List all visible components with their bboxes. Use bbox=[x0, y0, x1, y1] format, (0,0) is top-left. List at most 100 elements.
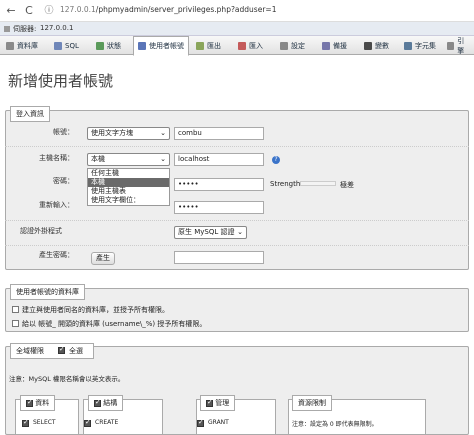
group-checkbox[interactable] bbox=[206, 398, 213, 407]
check-all-checkbox[interactable] bbox=[58, 345, 65, 354]
retype-password-input[interactable]: ••••• bbox=[174, 201, 264, 214]
password-label: 密碼： bbox=[53, 177, 74, 185]
breadcrumb-server[interactable]: 127.0.0.1 bbox=[40, 24, 73, 32]
generated-password-input[interactable] bbox=[174, 251, 264, 264]
tab-label: 匯入 bbox=[249, 41, 263, 50]
tab-settings[interactable]: 設定 bbox=[276, 36, 309, 55]
wildcard-db-label: 給以 帳號_ 開頭的資料庫 (username\_%) 授予所有權限。 bbox=[22, 320, 207, 328]
privilege-label: GRANT bbox=[208, 419, 229, 426]
refresh-icon[interactable]: C bbox=[22, 4, 36, 18]
host-option[interactable]: 使用文字欄位： bbox=[88, 196, 169, 205]
privilege-group-header: 管理 bbox=[200, 395, 236, 411]
legend-text: 全域權限 bbox=[16, 347, 44, 355]
create-db-checkbox[interactable] bbox=[12, 306, 19, 313]
tab-databases[interactable]: 資料庫 bbox=[2, 36, 42, 55]
strength-label: Strength: bbox=[270, 180, 303, 188]
divider bbox=[5, 146, 469, 147]
tab-label: 匯出 bbox=[207, 41, 221, 50]
host-dropdown-list: 任何主機 本機 使用主機表 使用文字欄位： bbox=[87, 168, 170, 206]
auth-plugin-select[interactable]: 原生 MySQL 認證 ⌄ bbox=[174, 226, 247, 239]
group-checkbox[interactable] bbox=[94, 398, 101, 407]
host-mode-select[interactable]: 本機 ⌄ bbox=[87, 153, 170, 166]
users-icon bbox=[138, 42, 146, 50]
tab-label: 資料庫 bbox=[17, 41, 38, 50]
browser-toolbar: ← C ⓘ 127.0.0.1/phpmyadmin/server_privil… bbox=[0, 0, 474, 22]
privilege-group-header: 結構 bbox=[88, 395, 124, 411]
database-icon bbox=[6, 41, 14, 50]
variables-icon bbox=[364, 41, 372, 50]
tab-status[interactable]: 狀態 bbox=[92, 36, 125, 55]
username-input[interactable]: combu bbox=[174, 127, 264, 140]
engine-icon bbox=[447, 41, 455, 50]
select-value: 原生 MySQL 認證 bbox=[178, 228, 235, 236]
back-icon[interactable]: ← bbox=[4, 4, 18, 18]
tab-export[interactable]: 匯出 bbox=[192, 36, 225, 55]
select-value: 本機 bbox=[91, 155, 105, 163]
main-content: 新增使用者帳號 登入資訊 帳號： 使用文字方塊 ⌄ combu 主機名稱： 本機 ⌄… bbox=[0, 56, 474, 435]
server-icon bbox=[4, 26, 10, 32]
privilege-group-header: 資源限制 bbox=[292, 395, 332, 411]
site-info-icon[interactable]: ⓘ bbox=[42, 4, 56, 18]
page-title: 新增使用者帳號 bbox=[8, 72, 114, 90]
wildcard-db-checkbox[interactable] bbox=[12, 320, 19, 327]
tab-user-accounts[interactable]: 使用者帳號 bbox=[133, 36, 189, 56]
group-title: 管理 bbox=[215, 399, 230, 407]
help-icon[interactable]: ? bbox=[272, 156, 280, 164]
tab-label: 變數 bbox=[375, 41, 389, 50]
strength-text: 極差 bbox=[340, 181, 354, 189]
privilege-checkbox[interactable] bbox=[22, 418, 29, 427]
tab-label: 使用者帳號 bbox=[149, 42, 184, 50]
tab-label: 狀態 bbox=[107, 41, 121, 50]
strength-meter bbox=[300, 181, 336, 186]
privilege-group-header: 資料 bbox=[20, 395, 56, 411]
host-option-selected[interactable]: 本機 bbox=[88, 178, 169, 187]
generate-password-label: 產生密碼： bbox=[39, 251, 74, 259]
chevron-down-icon: ⌄ bbox=[160, 129, 166, 137]
divider bbox=[5, 245, 469, 246]
replication-icon bbox=[322, 41, 330, 50]
group-checkbox[interactable] bbox=[26, 398, 33, 407]
privilege-label: SELECT bbox=[33, 419, 56, 426]
password-input[interactable]: ••••• bbox=[174, 178, 264, 191]
tab-label: 字元集 bbox=[415, 41, 436, 50]
tab-import[interactable]: 匯入 bbox=[234, 36, 267, 55]
tab-engines[interactable]: 引擎 bbox=[443, 36, 474, 55]
privilege-checkbox[interactable] bbox=[197, 418, 204, 427]
address-bar[interactable]: 127.0.0.1/phpmyadmin/server_privileges.p… bbox=[60, 5, 276, 14]
sql-icon bbox=[54, 41, 62, 50]
url-host: 127.0.0.1 bbox=[60, 5, 96, 14]
login-info-legend: 登入資訊 bbox=[10, 106, 50, 122]
host-option[interactable]: 使用主機表 bbox=[88, 187, 169, 196]
group-title: 結構 bbox=[103, 399, 118, 407]
charset-icon bbox=[404, 41, 412, 50]
username-mode-select[interactable]: 使用文字方塊 ⌄ bbox=[87, 127, 170, 140]
status-icon bbox=[96, 41, 104, 50]
host-option[interactable]: 任何主機 bbox=[88, 169, 169, 178]
url-path: /phpmyadmin/server_privileges.php?adduse… bbox=[95, 5, 277, 14]
resource-limits-note: 注意：設定為 0 即代表無限制。 bbox=[292, 421, 378, 428]
generate-password-button[interactable]: 產生 bbox=[91, 252, 115, 265]
import-icon bbox=[238, 41, 246, 50]
privileges-note: 注意：MySQL 權限名稱會以英文表示。 bbox=[9, 375, 125, 383]
database-legend: 使用者帳號的資料庫 bbox=[10, 284, 85, 300]
auth-plugin-label: 認證外掛程式 bbox=[20, 227, 62, 235]
tab-charsets[interactable]: 字元集 bbox=[400, 36, 440, 55]
tab-variables[interactable]: 變數 bbox=[360, 36, 393, 55]
check-all-label: 全選 bbox=[69, 347, 83, 355]
tab-label: 備援 bbox=[333, 41, 347, 50]
tab-label: 引擎 bbox=[457, 36, 465, 55]
gear-icon bbox=[280, 41, 288, 50]
tab-replication[interactable]: 備援 bbox=[318, 36, 351, 55]
privilege-checkbox[interactable] bbox=[84, 418, 91, 427]
select-value: 使用文字方塊 bbox=[91, 129, 133, 137]
export-icon bbox=[196, 41, 204, 50]
tab-sql[interactable]: SQL bbox=[50, 36, 83, 55]
create-db-label: 建立與使用者同名的資料庫，並授予所有權限。 bbox=[22, 306, 169, 314]
breadcrumb: 伺服器: 127.0.0.1 bbox=[0, 22, 474, 36]
top-menu-tabs: 資料庫 SQL 狀態 使用者帳號 匯出 匯入 設定 備援 變數 字元集 引擎 bbox=[0, 36, 474, 56]
host-input[interactable]: localhost bbox=[174, 153, 264, 166]
tab-label: SQL bbox=[65, 41, 79, 50]
chevron-down-icon: ⌄ bbox=[237, 228, 243, 236]
chevron-down-icon: ⌄ bbox=[160, 155, 166, 163]
tab-label: 設定 bbox=[291, 41, 305, 50]
